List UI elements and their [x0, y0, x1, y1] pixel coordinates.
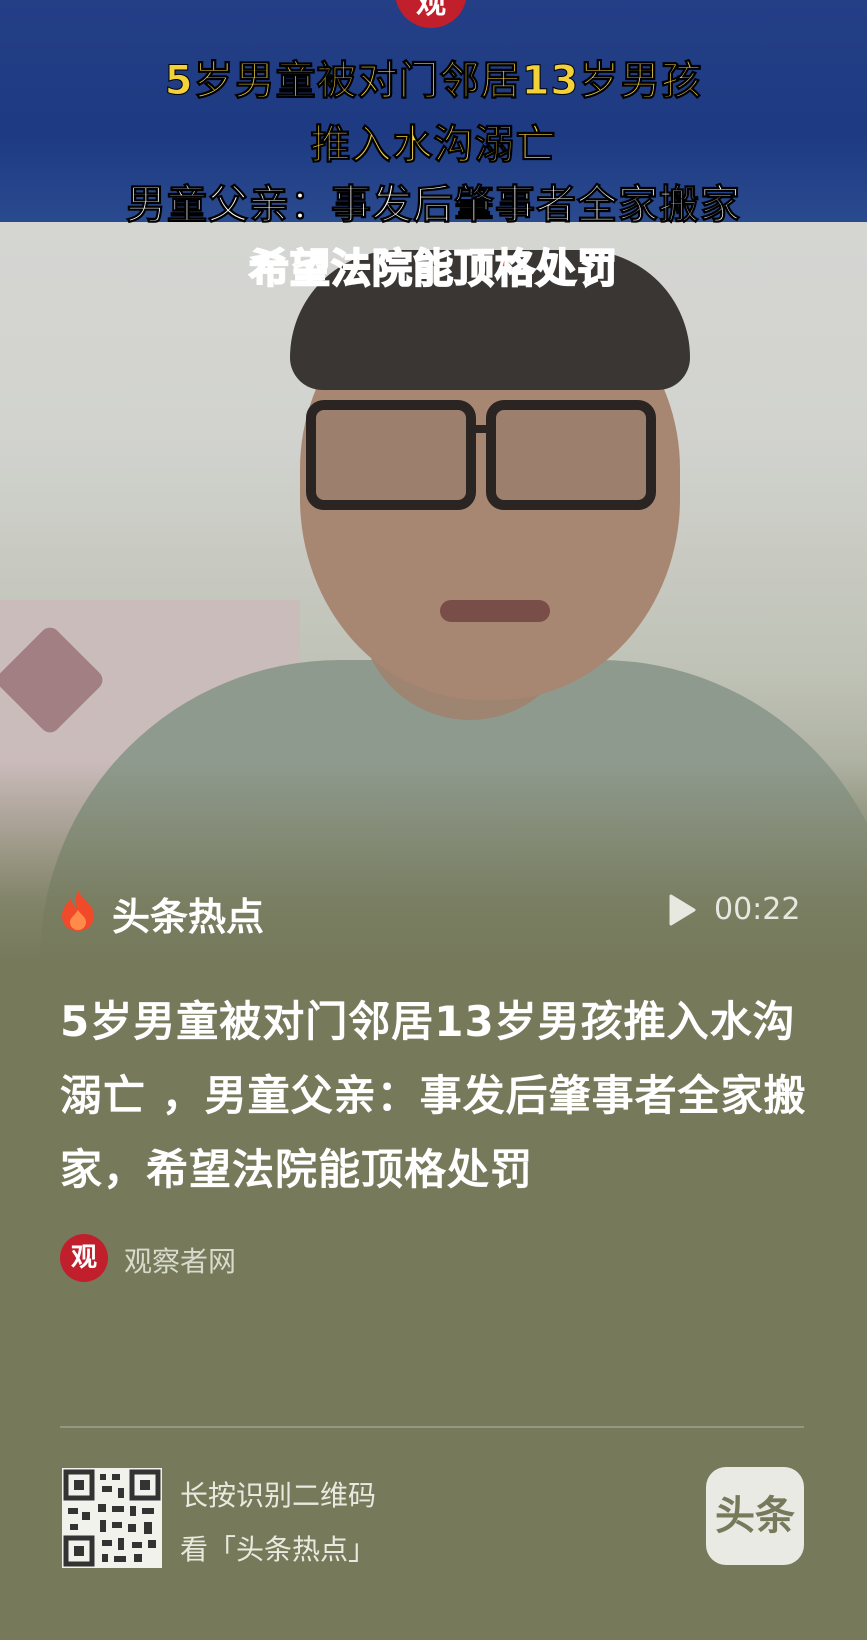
headline-line-2: 推入水沟溺亡 — [310, 122, 557, 169]
flame-icon — [62, 890, 94, 931]
divider — [60, 1426, 804, 1428]
glasses-right-lens — [486, 400, 656, 510]
glasses-bridge — [476, 425, 496, 433]
qr-target: 看「头条热点」 — [180, 1533, 377, 1566]
glasses-left-lens — [306, 400, 476, 510]
headline-line-1: 5岁男童被对门邻居13岁男孩 — [164, 58, 703, 105]
guancha-logo: 观 — [395, 0, 467, 28]
channel-row: 头条热点 00:22 — [60, 882, 820, 942]
video-thumbnail[interactable]: 观 5岁男童被对门邻居13岁男孩 推入水沟溺亡 男童父亲：事发后肇事者全家搬家 … — [0, 0, 867, 960]
source-row[interactable]: 观 观察者网 — [60, 1234, 460, 1284]
source-name: 观察者网 — [124, 1245, 237, 1278]
headline-line-3: 男童父亲：事发后肇事者全家搬家 — [126, 182, 741, 229]
play-icon[interactable] — [668, 894, 696, 926]
toutiao-app-icon[interactable]: 头条 — [706, 1467, 804, 1565]
source-logo-icon: 观 — [60, 1234, 108, 1282]
qr-code-icon[interactable] — [62, 1468, 162, 1568]
headline-line-4: 希望法院能顶格处罚 — [248, 245, 618, 293]
person-mouth — [440, 600, 550, 622]
video-duration: 00:22 — [714, 892, 801, 927]
qr-instruction: 长按识别二维码 — [180, 1479, 377, 1512]
channel-label: 头条热点 — [112, 895, 265, 939]
article-title[interactable]: 5岁男童被对门邻居13岁男孩推入水沟溺亡 ，男童父亲：事发后肇事者全家搬家，希望… — [60, 985, 820, 1207]
